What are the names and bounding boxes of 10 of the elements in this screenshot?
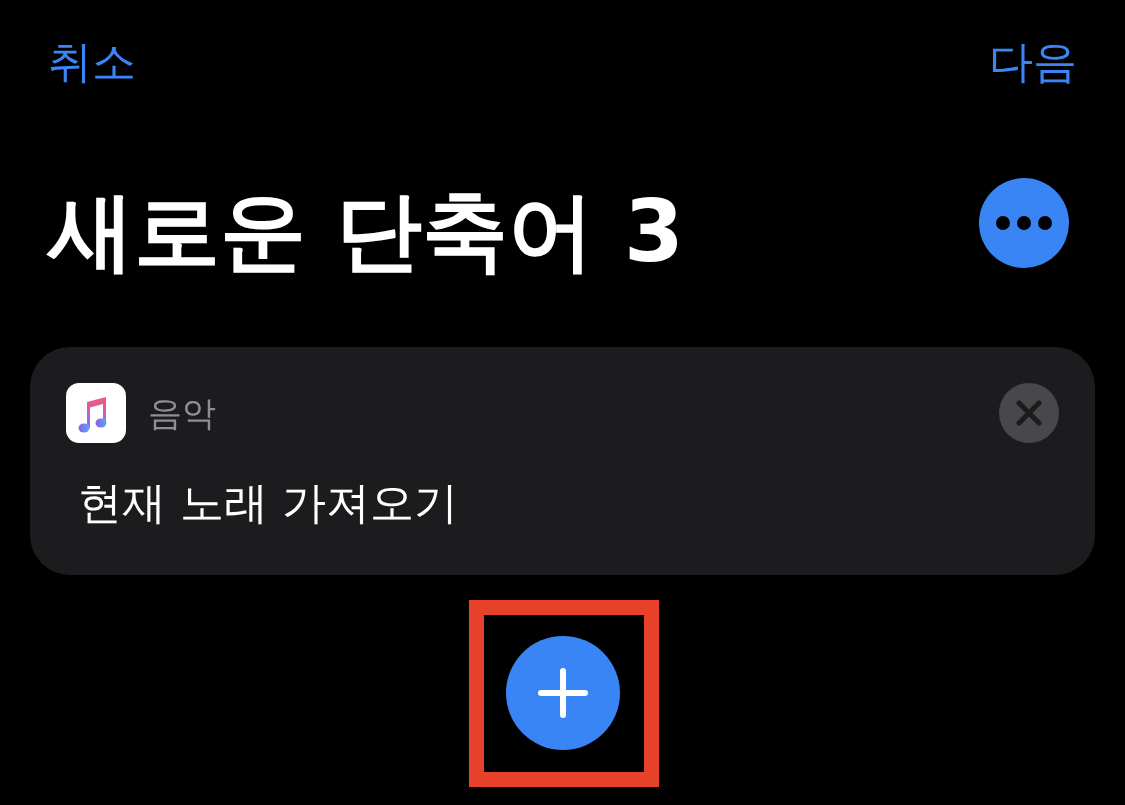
shortcut-title: 새로운 단축어 3: [48, 181, 684, 281]
cancel-button[interactable]: 취소: [48, 36, 136, 88]
close-icon: [1016, 400, 1042, 426]
action-label: 현재 노래 가져오기: [78, 477, 459, 529]
action-card[interactable]: 음악 현재 노래 가져오기: [30, 347, 1095, 575]
next-button[interactable]: 다음: [989, 36, 1077, 88]
plus-icon: [537, 668, 588, 718]
music-note-icon: [66, 383, 126, 443]
ellipsis-icon: [996, 216, 1052, 230]
app-name: 음악: [148, 393, 216, 433]
